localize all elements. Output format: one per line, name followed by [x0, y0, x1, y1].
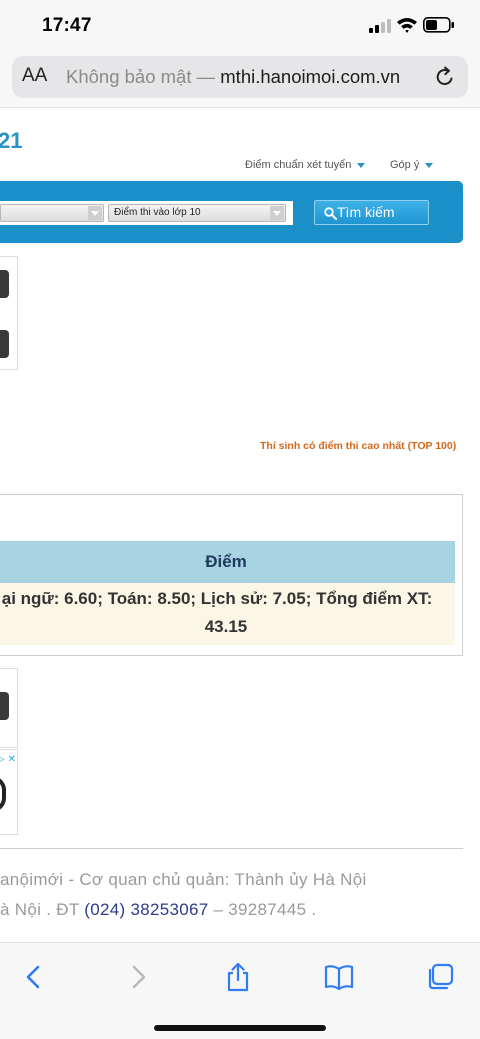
search-panel: Điểm thi vào lớp 10 Tìm kiếm [0, 181, 463, 243]
browser-toolbar [0, 942, 480, 1039]
exam-type-select[interactable]: Điểm thi vào lớp 10 [108, 204, 286, 222]
web-page: 21 Điểm chuẩn xét tuyển Góp ý Điểm thi v… [0, 108, 480, 942]
total-score: 43.15 [204, 617, 248, 636]
caret-down-icon [357, 162, 366, 168]
phone-link[interactable]: (024) 38253067 [84, 900, 208, 919]
footer-address: à Nội . ĐT [0, 900, 85, 919]
home-indicator [154, 1025, 326, 1031]
back-arrow-icon[interactable] [18, 961, 50, 993]
score-details: ại ngữ: 6.60; Toán: 8.50; Lịch sử: 7.05;… [1, 589, 433, 608]
dropdown-arrow-icon [88, 206, 102, 220]
score-column-header: Điểm [0, 541, 455, 583]
search-button[interactable]: Tìm kiếm [314, 200, 429, 225]
side-button[interactable] [0, 330, 9, 358]
footer-fax: – 39287445 . [208, 900, 317, 919]
search-button-label: Tìm kiếm [337, 204, 395, 220]
reader-options-button[interactable]: AA [22, 65, 47, 87]
cellular-signal-icon [369, 19, 391, 33]
caret-down-icon [425, 162, 434, 168]
result-card: Điểm ại ngữ: 6.60; Toán: 8.50; Lịch sử: … [0, 494, 463, 656]
top100-link[interactable]: Thí sinh có điểm thi cao nhất (TOP 100) [260, 440, 456, 452]
reader-options-label: AA [22, 65, 48, 86]
side-button[interactable] [0, 270, 9, 298]
search-form: Điểm thi vào lớp 10 [0, 201, 293, 225]
wifi-icon [397, 18, 417, 33]
cutoff-scores-menu[interactable]: Điểm chuẩn xét tuyển [245, 159, 366, 171]
battery-icon [423, 17, 454, 33]
score-table: Điểm ại ngữ: 6.60; Toán: 8.50; Lịch sử: … [0, 541, 455, 645]
share-icon[interactable] [222, 961, 254, 993]
feedback-label: Góp ý [390, 159, 420, 171]
footer-divider [0, 848, 463, 849]
dropdown-arrow-icon [270, 206, 284, 220]
url-host: mthi.hanoimoi.com.vn [220, 66, 401, 87]
cutoff-scores-label: Điểm chuẩn xét tuyển [245, 159, 352, 171]
url-text[interactable]: Không bảo mật — mthi.hanoimoi.com.vn [66, 66, 400, 88]
feedback-menu[interactable]: Góp ý [390, 159, 434, 171]
score-cell: ại ngữ: 6.60; Toán: 8.50; Lịch sử: 7.05;… [0, 583, 455, 645]
address-bar-area: AA Không bảo mật — mthi.hanoimoi.com.vn [0, 52, 480, 108]
reload-icon[interactable] [434, 66, 456, 88]
status-bar: 17:47 [0, 0, 480, 52]
not-secure-label: Không bảo mật — [66, 66, 216, 87]
side-button[interactable] [0, 692, 9, 720]
site-title-fragment: 21 [0, 128, 23, 153]
status-time: 17:47 [42, 15, 92, 36]
district-select[interactable] [0, 204, 104, 222]
address-bar[interactable]: AA Không bảo mật — mthi.hanoimoi.com.vn [12, 56, 468, 98]
exam-type-value: Điểm thi vào lớp 10 [114, 207, 201, 218]
bookmarks-icon[interactable] [323, 961, 355, 993]
tabs-icon[interactable] [424, 961, 456, 993]
magnifier-icon [324, 207, 337, 220]
forward-arrow-icon[interactable] [122, 961, 154, 993]
footer-line-1: anộimới - Cơ quan chủ quản: Thành ủy Hà … [0, 870, 367, 889]
footer-line-2: à Nội . ĐT (024) 38253067 – 39287445 . [0, 900, 316, 920]
ad-choices-close-icon[interactable]: ▷ ✕ [0, 754, 16, 765]
